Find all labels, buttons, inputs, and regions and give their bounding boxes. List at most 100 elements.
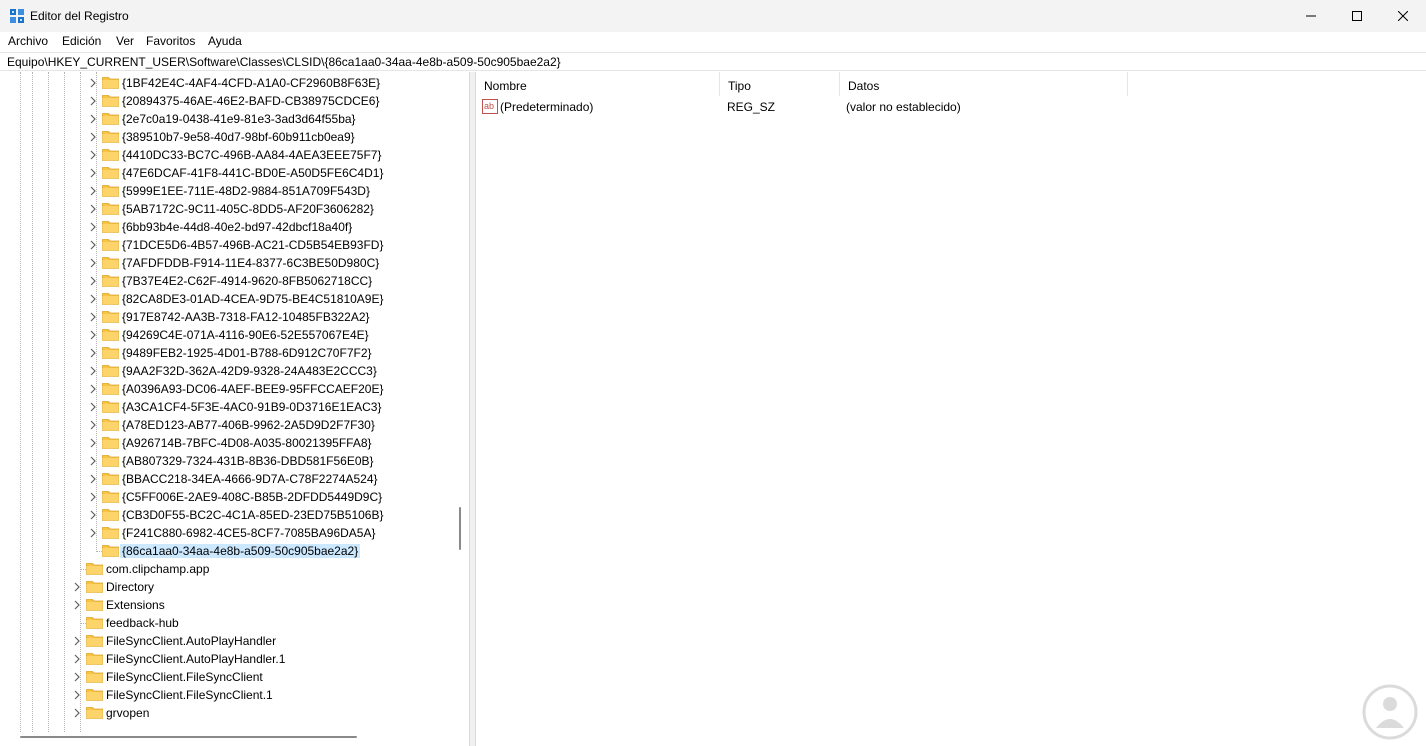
tree-item-label[interactable]: {2e7c0a19-0438-41e9-81e3-3ad3d64f55ba} [120,112,358,126]
tree-item-label[interactable]: {917E8742-AA3B-7318-FA12-10485FB322A2} [120,310,372,324]
expand-chevron-icon[interactable] [72,654,82,664]
expand-chevron-icon[interactable] [88,474,98,484]
expand-chevron-icon[interactable] [88,186,98,196]
expand-chevron-icon[interactable] [88,528,98,538]
tree-item-label[interactable]: {5AB7172C-9C11-405C-8DD5-AF20F3606282} [120,202,376,216]
expand-chevron-icon[interactable] [72,690,82,700]
tree-item-label[interactable]: {F241C880-6982-4CE5-8CF7-7085BA96DA5A} [120,526,378,540]
expand-chevron-icon[interactable] [88,456,98,466]
value-row[interactable]: ab (Predeterminado) REG_SZ (valor no est… [476,98,1426,116]
tree-item-label[interactable]: feedback-hub [104,616,181,630]
vertical-scrollbar[interactable] [459,507,461,550]
tree-item-label[interactable]: {6bb93b4e-44d8-40e2-bd97-42dbcf18a40f} [120,220,354,234]
expand-chevron-icon[interactable] [88,384,98,394]
expand-chevron-icon[interactable] [88,222,98,232]
tree-item-label[interactable]: {C5FF006E-2AE9-408C-B85B-2DFDD5449D9C} [120,490,384,504]
tree-item-label[interactable]: {BBACC218-34EA-4666-9D7A-C78F2274A524} [120,472,380,486]
tree-item-label[interactable]: Extensions [104,598,167,612]
folder-icon [102,131,119,143]
expand-chevron-icon[interactable] [88,240,98,250]
expand-chevron-icon[interactable] [72,636,82,646]
minimize-button[interactable] [1288,0,1334,32]
tree-item-label[interactable]: {9AA2F32D-362A-42D9-9328-24A483E2CCC3} [120,364,379,378]
expand-chevron-icon[interactable] [88,168,98,178]
close-button[interactable] [1380,0,1426,32]
expand-chevron-icon[interactable] [72,672,82,682]
tree-item-label[interactable]: {82CA8DE3-01AD-4CEA-9D75-BE4C51810A9E} [120,292,386,306]
folder-icon [102,149,119,161]
menu-ver[interactable]: Ver [116,34,134,48]
menu-edicion[interactable]: Edición [62,34,101,48]
tree-item-label[interactable]: {5999E1EE-711E-48D2-9884-851A709F543D} [120,184,372,198]
tree-item-label[interactable]: com.clipchamp.app [104,562,211,576]
menu-archivo[interactable]: Archivo [8,34,48,48]
expand-chevron-icon[interactable] [88,132,98,142]
tree-item-label[interactable]: {4410DC33-BC7C-496B-AA84-4AEA3EEE75F7} [120,148,384,162]
tree-item-label[interactable]: FileSyncClient.FileSyncClient [104,670,265,684]
expand-chevron-icon[interactable] [88,204,98,214]
address-path[interactable]: Equipo\HKEY_CURRENT_USER\Software\Classe… [7,55,561,69]
tree-item-label[interactable]: {71DCE5D6-4B57-496B-AC21-CD5B54EB93FD} [120,238,385,252]
column-header-datos[interactable]: Datos [840,72,1128,96]
tree-item-label[interactable]: {94269C4E-071A-4116-90E6-52E557067E4E} [120,328,371,342]
expand-chevron-icon[interactable] [72,600,82,610]
folder-icon [86,581,103,593]
maximize-button[interactable] [1334,0,1380,32]
expand-chevron-icon[interactable] [88,330,98,340]
folder-icon [86,707,103,719]
tree-item-label[interactable]: FileSyncClient.FileSyncClient.1 [104,688,275,702]
tree-item-label[interactable]: {9489FEB2-1925-4D01-B788-6D912C70F7F2} [120,346,374,360]
tree-item-selected-label[interactable]: {86ca1aa0-34aa-4e8b-a509-50c905bae2a2} [120,544,361,558]
tree-item-label[interactable]: {47E6DCAF-41F8-441C-BD0E-A50D5FE6C4D1} [120,166,385,180]
expand-chevron-icon[interactable] [72,708,82,718]
expand-chevron-icon[interactable] [88,510,98,520]
menu-ayuda[interactable]: Ayuda [208,34,242,48]
expand-chevron-icon[interactable] [88,78,98,88]
expand-chevron-icon[interactable] [88,96,98,106]
key-tree-pane[interactable]: {1BF42E4C-4AF4-4CFD-A1A0-CF2960B8F63E} {2… [0,72,470,746]
folder-icon [86,599,103,611]
menu-favoritos[interactable]: Favoritos [146,34,195,48]
expand-chevron-icon[interactable] [88,438,98,448]
expand-chevron-icon[interactable] [88,492,98,502]
minimize-icon [1306,15,1316,17]
expand-chevron-icon[interactable] [88,312,98,322]
tree-item-label[interactable]: {A78ED123-AB77-406B-9962-2A5D9D2F7F30} [120,418,377,432]
tree-item-label[interactable]: grvopen [104,706,151,720]
expand-chevron-icon[interactable] [88,150,98,160]
tree-item-label[interactable]: {A926714B-7BFC-4D08-A035-80021395FFA8} [120,436,374,450]
folder-icon [102,257,119,269]
expand-chevron-icon[interactable] [88,402,98,412]
folder-icon [102,527,119,539]
tree-item-label[interactable]: {20894375-46AE-46E2-BAFD-CB38975CDCE6} [120,94,382,108]
expand-chevron-icon[interactable] [88,420,98,430]
folder-icon [102,491,119,503]
expand-chevron-icon[interactable] [88,366,98,376]
tree-item-label[interactable]: FileSyncClient.AutoPlayHandler.1 [104,652,287,666]
column-header-tipo[interactable]: Tipo [720,72,840,96]
tree-item-label[interactable]: Directory [104,580,156,594]
tree-item-label[interactable]: {7B37E4E2-C62F-4914-9620-8FB5062718CC} [120,274,374,288]
tree-item-label[interactable]: {AB807329-7324-431B-8B36-DBD581F56E0B} [120,454,376,468]
tree-item-label[interactable]: FileSyncClient.AutoPlayHandler [104,634,278,648]
expand-chevron-icon[interactable] [88,114,98,124]
folder-icon [86,563,103,575]
tree-item-label[interactable]: {1BF42E4C-4AF4-4CFD-A1A0-CF2960B8F63E} [120,76,382,90]
tree-item-label[interactable]: {CB3D0F55-BC2C-4C1A-85ED-23ED75B5106B} [120,508,385,522]
expand-chevron-icon[interactable] [88,348,98,358]
tree-item-label[interactable]: {A3CA1CF4-5F3E-4AC0-91B9-0D3716E1EAC3} [120,400,383,414]
registry-editor-window: Editor del Registro Archivo Edición Ver … [0,0,1426,746]
address-bar[interactable]: Equipo\HKEY_CURRENT_USER\Software\Classe… [0,52,1426,71]
horizontal-scrollbar[interactable] [20,736,357,738]
value-list-pane[interactable]: Nombre Tipo Datos ab (Predeterminado) RE… [475,72,1426,746]
column-header-nombre[interactable]: Nombre [476,72,720,96]
tree-item-label[interactable]: {A0396A93-DC06-4AEF-BEE9-95FFCCAEF20E} [120,382,385,396]
expand-chevron-icon[interactable] [88,276,98,286]
expand-chevron-icon[interactable] [72,582,82,592]
expand-chevron-icon[interactable] [88,294,98,304]
tree-item-label[interactable]: {7AFDFDDB-F914-11E4-8377-6C3BE50D980C} [120,256,381,270]
tree-item-label[interactable]: {389510b7-9e58-40d7-98bf-60b911cb0ea9} [120,130,357,144]
maximize-icon [1352,11,1362,21]
expand-chevron-icon[interactable] [88,258,98,268]
folder-icon [102,473,119,485]
